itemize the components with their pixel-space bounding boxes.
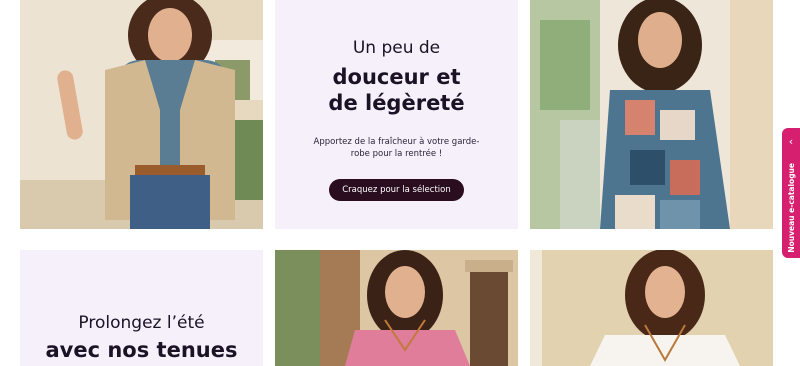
model-patchwork-blouse-photo (530, 0, 773, 229)
promo-bottom-intro-text: Prolongez l’été (78, 313, 205, 333)
shop-selection-button[interactable]: Craquez pour la sélection (329, 179, 464, 201)
promo-bottom-headline: avec nos tenues (45, 338, 238, 362)
product-photo-tile-4[interactable] (530, 250, 773, 366)
model-beige-cardigan-photo (20, 0, 263, 229)
product-photo-tile-3[interactable] (275, 250, 518, 366)
promo-intro-text: Un peu de (352, 38, 441, 58)
promo-card-top: Un peu de douceur et de légèreté Apporte… (275, 0, 518, 229)
promo-headline-line-2: de légèreté (328, 91, 465, 115)
promo-headline-line-1: douceur et (332, 65, 461, 89)
product-photo-tile-1[interactable] (20, 0, 263, 229)
promo-description: Apportez de la fraîcheur à votre garde-r… (313, 137, 480, 159)
model-white-top-photo (530, 250, 773, 366)
product-photo-tile-2[interactable] (530, 0, 773, 229)
e-catalogue-side-tab[interactable]: ‹ Nouveau e-catalogue (782, 128, 800, 258)
model-pink-sweater-photo (275, 250, 518, 366)
chevron-left-icon: ‹ (788, 135, 794, 148)
promo-card-bottom: Prolongez l’été avec nos tenues (20, 250, 263, 366)
side-tab-label: Nouveau e-catalogue (786, 163, 796, 253)
